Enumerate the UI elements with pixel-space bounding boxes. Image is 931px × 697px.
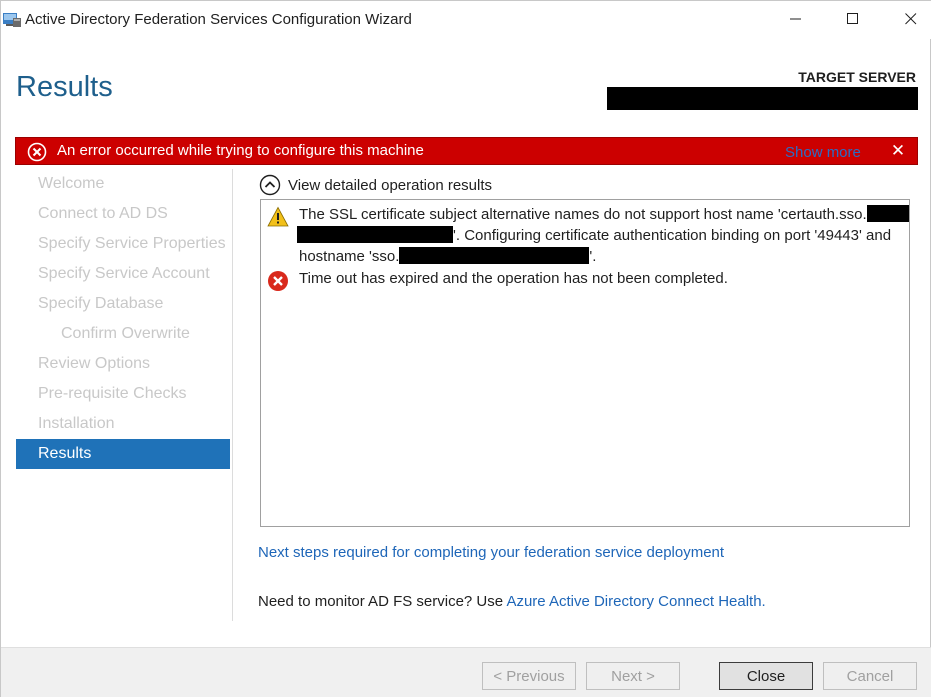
error-icon (268, 271, 288, 291)
maximize-icon (847, 13, 858, 24)
sidebar-item-prerequisite-checks: Pre-requisite Checks (38, 385, 187, 402)
connect-health-link[interactable]: Azure Active Directory Connect Health. (506, 593, 765, 610)
target-server-redaction (607, 87, 918, 110)
sidebar-item-connect-ad-ds: Connect to AD DS (38, 205, 168, 222)
sidebar-divider (232, 169, 233, 621)
minimize-icon (790, 18, 801, 20)
sidebar-item-welcome: Welcome (38, 175, 105, 192)
close-button[interactable]: Close (719, 662, 813, 690)
ssl-warning-text-part1: The SSL certificate subject alternative … (299, 206, 867, 223)
chevron-up-circle-icon[interactable] (259, 174, 281, 196)
sidebar-item-installation: Installation (38, 415, 115, 432)
warning-icon (267, 206, 289, 227)
server-app-icon (3, 13, 21, 27)
result-item-timeout-error: Time out has expired and the operation h… (267, 268, 903, 292)
ssl-warning-text: The SSL certificate subject alternative … (297, 204, 909, 267)
wizard-window: Active Directory Federation Services Con… (0, 0, 931, 697)
result-item-ssl-warning: The SSL certificate subject alternative … (267, 204, 909, 270)
wizard-steps-sidebar: Welcome Connect to AD DS Specify Service… (16, 169, 230, 469)
next-steps-link[interactable]: Next steps required for completing your … (258, 544, 724, 561)
page-title: Results (16, 71, 113, 103)
previous-button[interactable]: < Previous (482, 662, 576, 690)
sidebar-item-service-properties: Specify Service Properties (38, 235, 226, 252)
view-details-label: View detailed operation results (288, 176, 493, 194)
sidebar-item-service-account: Specify Service Account (38, 265, 210, 282)
hostname-redaction-2 (297, 226, 453, 243)
next-button[interactable]: Next > (586, 662, 680, 690)
target-server-label: TARGET SERVER (798, 69, 916, 85)
operation-results-box: The SSL certificate subject alternative … (260, 199, 910, 527)
hostname-redaction-3 (399, 247, 590, 264)
timeout-error-text: Time out has expired and the operation h… (299, 270, 728, 287)
sidebar-item-review-options: Review Options (38, 355, 151, 372)
close-icon (905, 13, 917, 25)
show-more-link[interactable]: Show more (785, 144, 861, 161)
ssl-warning-text-part3: '. (589, 248, 597, 265)
monitor-row: Need to monitor AD FS service? Use Azure… (258, 593, 766, 610)
monitor-prefix-text: Need to monitor AD FS service? Use (258, 593, 507, 610)
sidebar-item-results[interactable]: Results (16, 439, 230, 469)
title-bar: Active Directory Federation Services Con… (1, 1, 931, 39)
sidebar-item-confirm-overwrite: Confirm Overwrite (61, 325, 190, 342)
banner-close-icon[interactable]: ✕ (889, 142, 907, 160)
maximize-button[interactable] (830, 1, 876, 37)
sidebar-item-database: Specify Database (38, 295, 164, 312)
minimize-button[interactable] (773, 1, 819, 37)
error-circle-icon (27, 142, 47, 162)
wizard-footer: < Previous Next > Close Cancel (1, 647, 931, 697)
error-message: An error occurred while trying to config… (57, 142, 424, 159)
hostname-redaction-1 (866, 205, 909, 222)
view-details-toggle[interactable]: View detailed operation results (259, 173, 492, 197)
window-close-button[interactable] (888, 1, 931, 37)
error-banner: An error occurred while trying to config… (15, 137, 918, 165)
window-title: Active Directory Federation Services Con… (25, 11, 412, 28)
cancel-button[interactable]: Cancel (823, 662, 917, 690)
